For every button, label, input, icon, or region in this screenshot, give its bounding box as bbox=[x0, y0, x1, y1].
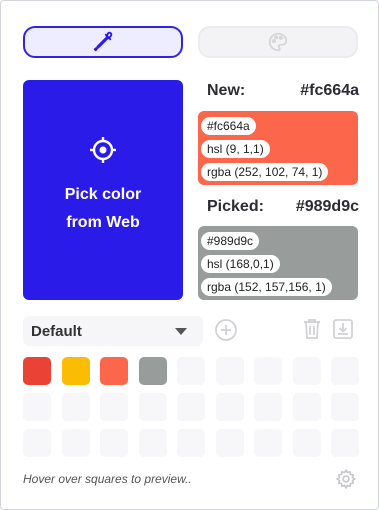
empty-swatch-slot bbox=[292, 429, 321, 457]
settings-button[interactable] bbox=[334, 468, 358, 495]
download-icon bbox=[332, 318, 354, 345]
empty-swatch-slot bbox=[254, 393, 282, 421]
palette-swatch[interactable] bbox=[100, 357, 128, 385]
palette-swatch[interactable] bbox=[138, 357, 167, 385]
plus-circle-icon bbox=[214, 318, 238, 347]
pick-color-label: Pick color from Web bbox=[64, 185, 142, 231]
empty-swatch-slot bbox=[331, 429, 359, 457]
empty-swatch-slot bbox=[254, 357, 282, 385]
picked-color-header: Picked: #989d9c bbox=[207, 198, 359, 216]
empty-swatch-slot bbox=[100, 429, 128, 457]
empty-swatch-slot bbox=[331, 393, 359, 421]
palette-swatch[interactable] bbox=[61, 357, 90, 385]
empty-swatch-slot bbox=[177, 429, 205, 457]
palette-icon bbox=[267, 31, 289, 53]
trash-icon bbox=[302, 318, 322, 345]
picked-hex-value[interactable]: #989d9c bbox=[201, 232, 260, 250]
empty-swatch-slot bbox=[61, 393, 90, 421]
add-color-button[interactable] bbox=[213, 318, 239, 347]
picked-color-hex-title: #989d9c bbox=[295, 198, 359, 215]
new-color-header: New: #fc664a bbox=[207, 82, 359, 100]
picked-rgba-value[interactable]: rgba (152, 157,156, 1) bbox=[201, 278, 332, 296]
empty-swatch-slot bbox=[177, 393, 205, 421]
tab-palette[interactable] bbox=[198, 26, 358, 58]
eyedropper-icon bbox=[92, 31, 114, 53]
picked-color-swatch: #989d9c hsl (168,0,1) rgba (152, 157,156… bbox=[198, 226, 358, 300]
empty-swatch-slot bbox=[61, 429, 90, 457]
new-hex-value[interactable]: #fc664a bbox=[201, 117, 256, 135]
new-color-hex-title: #fc664a bbox=[300, 82, 359, 99]
palette-grid bbox=[23, 357, 359, 457]
palette-select-value: Default bbox=[31, 322, 82, 340]
palette-swatch[interactable] bbox=[23, 357, 51, 385]
crosshair-icon bbox=[89, 136, 117, 169]
empty-swatch-slot bbox=[215, 357, 244, 385]
picked-color-label: Picked: bbox=[207, 198, 264, 215]
empty-swatch-slot bbox=[23, 393, 51, 421]
empty-swatch-slot bbox=[331, 357, 359, 385]
download-palette-button[interactable] bbox=[331, 318, 355, 345]
empty-swatch-slot bbox=[292, 357, 321, 385]
empty-swatch-slot bbox=[177, 357, 205, 385]
picked-hsl-value[interactable]: hsl (168,0,1) bbox=[201, 255, 280, 273]
empty-swatch-slot bbox=[23, 429, 51, 457]
gear-icon bbox=[335, 468, 357, 495]
new-color-swatch: #fc664a hsl (9, 1,1) rgba (252, 102, 74,… bbox=[198, 111, 358, 185]
new-color-label: New: bbox=[207, 82, 246, 99]
empty-swatch-slot bbox=[138, 429, 167, 457]
hint-text: Hover over squares to preview.. bbox=[23, 472, 192, 486]
empty-swatch-slot bbox=[215, 429, 244, 457]
color-picker-panel: Pick color from Web New: #fc664a #fc664a… bbox=[0, 0, 379, 510]
tab-picker[interactable] bbox=[23, 26, 183, 58]
empty-swatch-slot bbox=[254, 429, 282, 457]
empty-swatch-slot bbox=[100, 393, 128, 421]
new-hsl-value[interactable]: hsl (9, 1,1) bbox=[201, 140, 270, 158]
empty-swatch-slot bbox=[138, 393, 167, 421]
pick-color-button[interactable]: Pick color from Web bbox=[23, 80, 183, 300]
palette-select[interactable]: Default bbox=[23, 316, 203, 346]
delete-palette-button[interactable] bbox=[300, 318, 324, 345]
empty-swatch-slot bbox=[292, 393, 321, 421]
chevron-down-icon bbox=[175, 327, 187, 335]
new-rgba-value[interactable]: rgba (252, 102, 74, 1) bbox=[201, 163, 329, 181]
empty-swatch-slot bbox=[215, 393, 244, 421]
